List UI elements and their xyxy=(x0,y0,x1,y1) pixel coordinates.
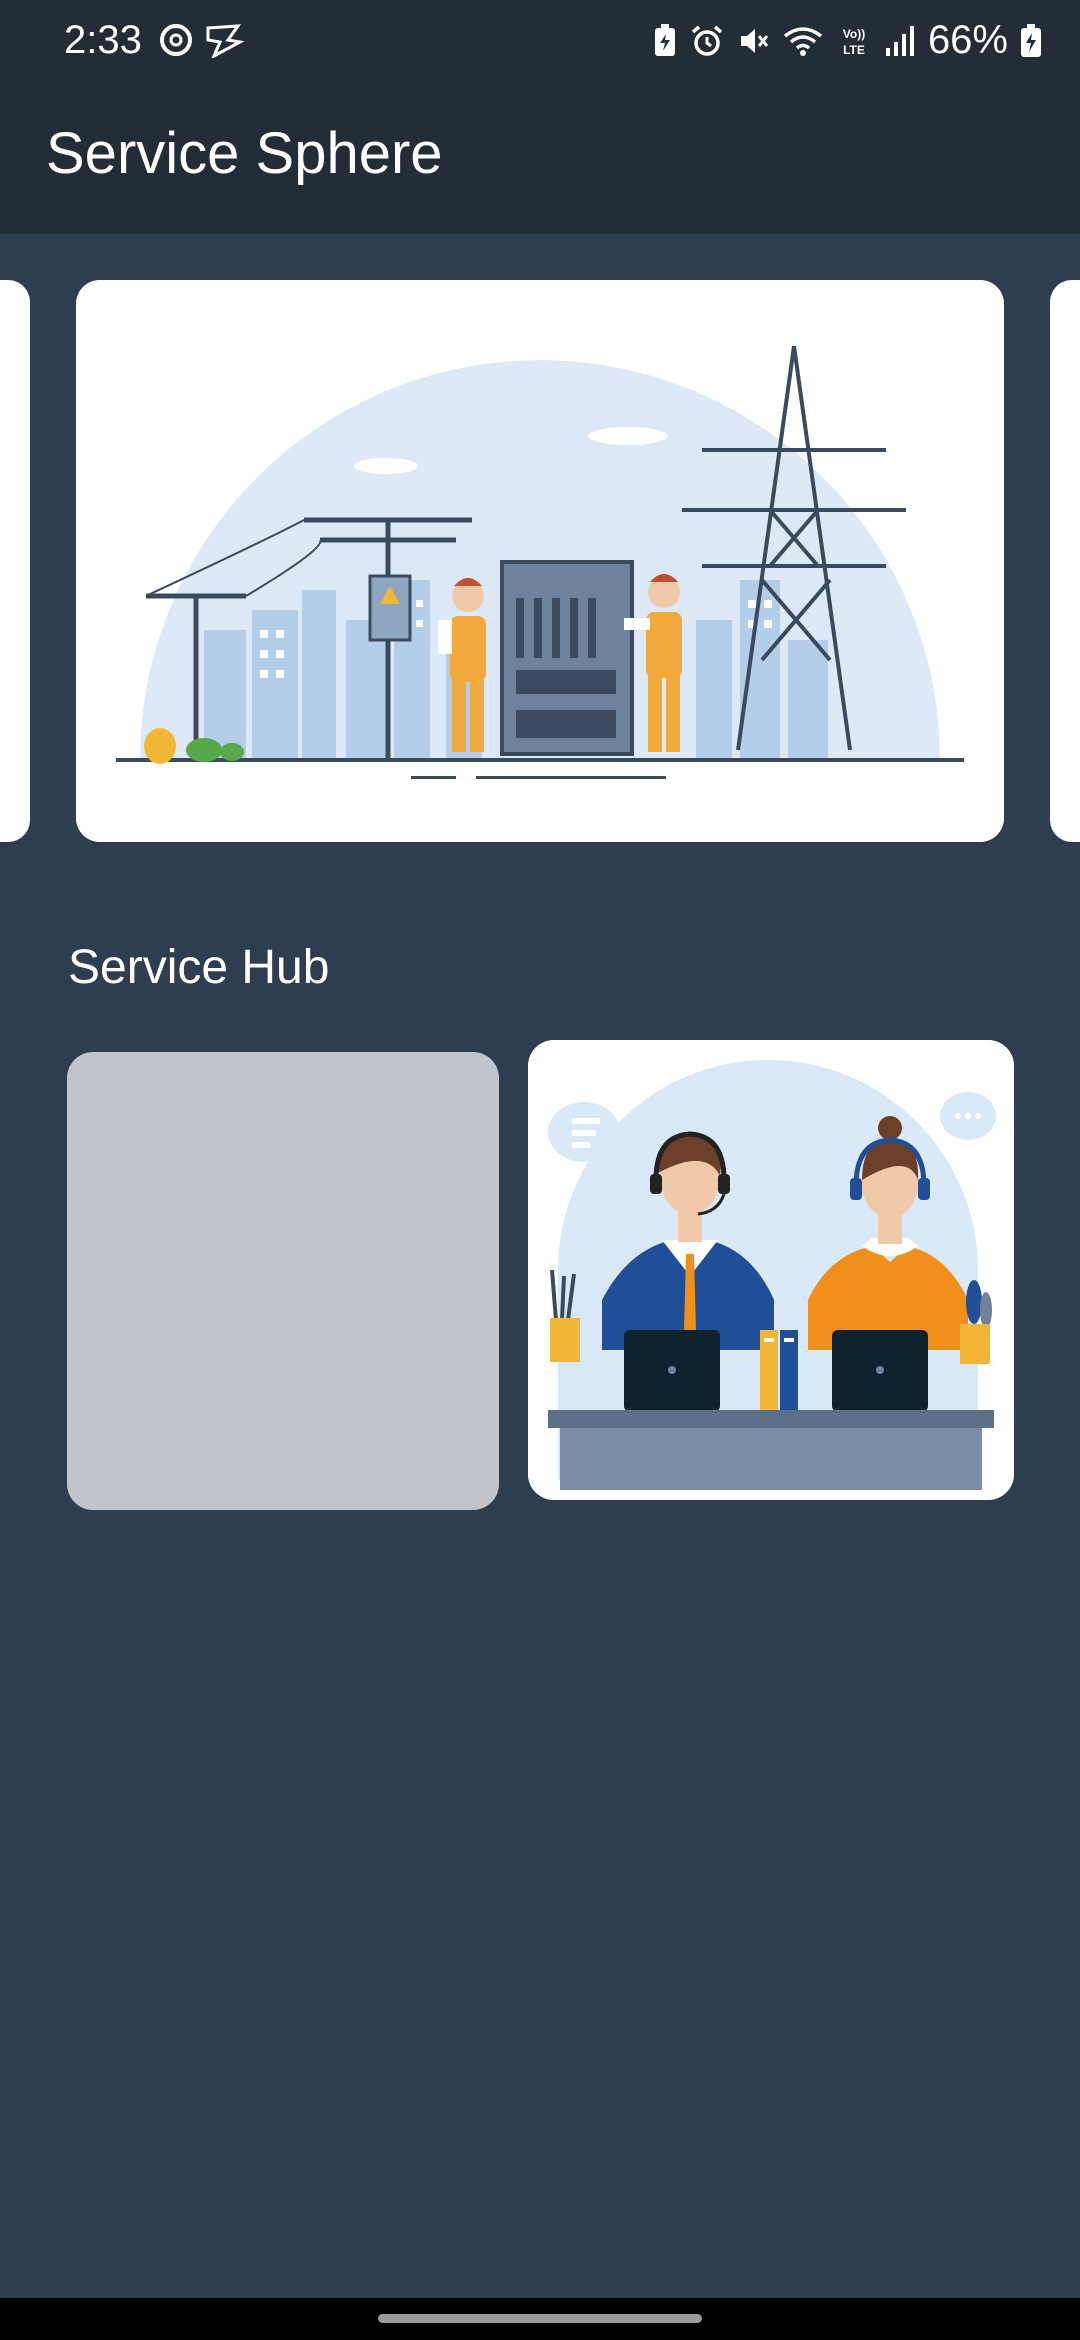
carousel-next-card[interactable] xyxy=(1050,280,1080,842)
service-hub-title: Service Hub xyxy=(68,941,330,994)
service-hub-card-support[interactable] xyxy=(528,1040,1014,1500)
status-time: 2:33 xyxy=(64,18,142,62)
navigation-app-icon xyxy=(206,24,244,58)
svg-text:Vo)): Vo)) xyxy=(843,27,865,41)
app-bar: Service Sphere xyxy=(0,84,1080,234)
status-left-icons xyxy=(158,22,244,58)
app-title: Service Sphere xyxy=(46,121,443,186)
threads-icon xyxy=(160,24,192,56)
image-carousel[interactable] xyxy=(0,234,1080,874)
svg-text:LTE: LTE xyxy=(843,43,865,57)
mute-icon xyxy=(740,28,769,53)
customer-support-illustration xyxy=(528,1040,1014,1500)
carousel-current-card[interactable] xyxy=(76,280,1004,842)
battery-charging-icon xyxy=(1021,23,1041,57)
status-bar: 2:33 Vo)) LTE 66% xyxy=(0,0,1080,84)
battery-percent: 66% xyxy=(927,18,1008,62)
wifi-icon xyxy=(783,26,823,56)
status-right-icons: Vo)) LTE 66% xyxy=(652,18,1042,63)
service-hub-card-placeholder[interactable] xyxy=(67,1052,499,1510)
electricians-illustration xyxy=(76,280,1004,842)
carousel-previous-card[interactable] xyxy=(0,280,30,842)
volte-icon: Vo)) LTE xyxy=(843,27,865,57)
signal-icon xyxy=(885,25,914,56)
home-gesture-handle[interactable] xyxy=(378,2314,702,2323)
battery-saver-icon xyxy=(654,23,675,56)
alarm-icon xyxy=(691,25,723,56)
